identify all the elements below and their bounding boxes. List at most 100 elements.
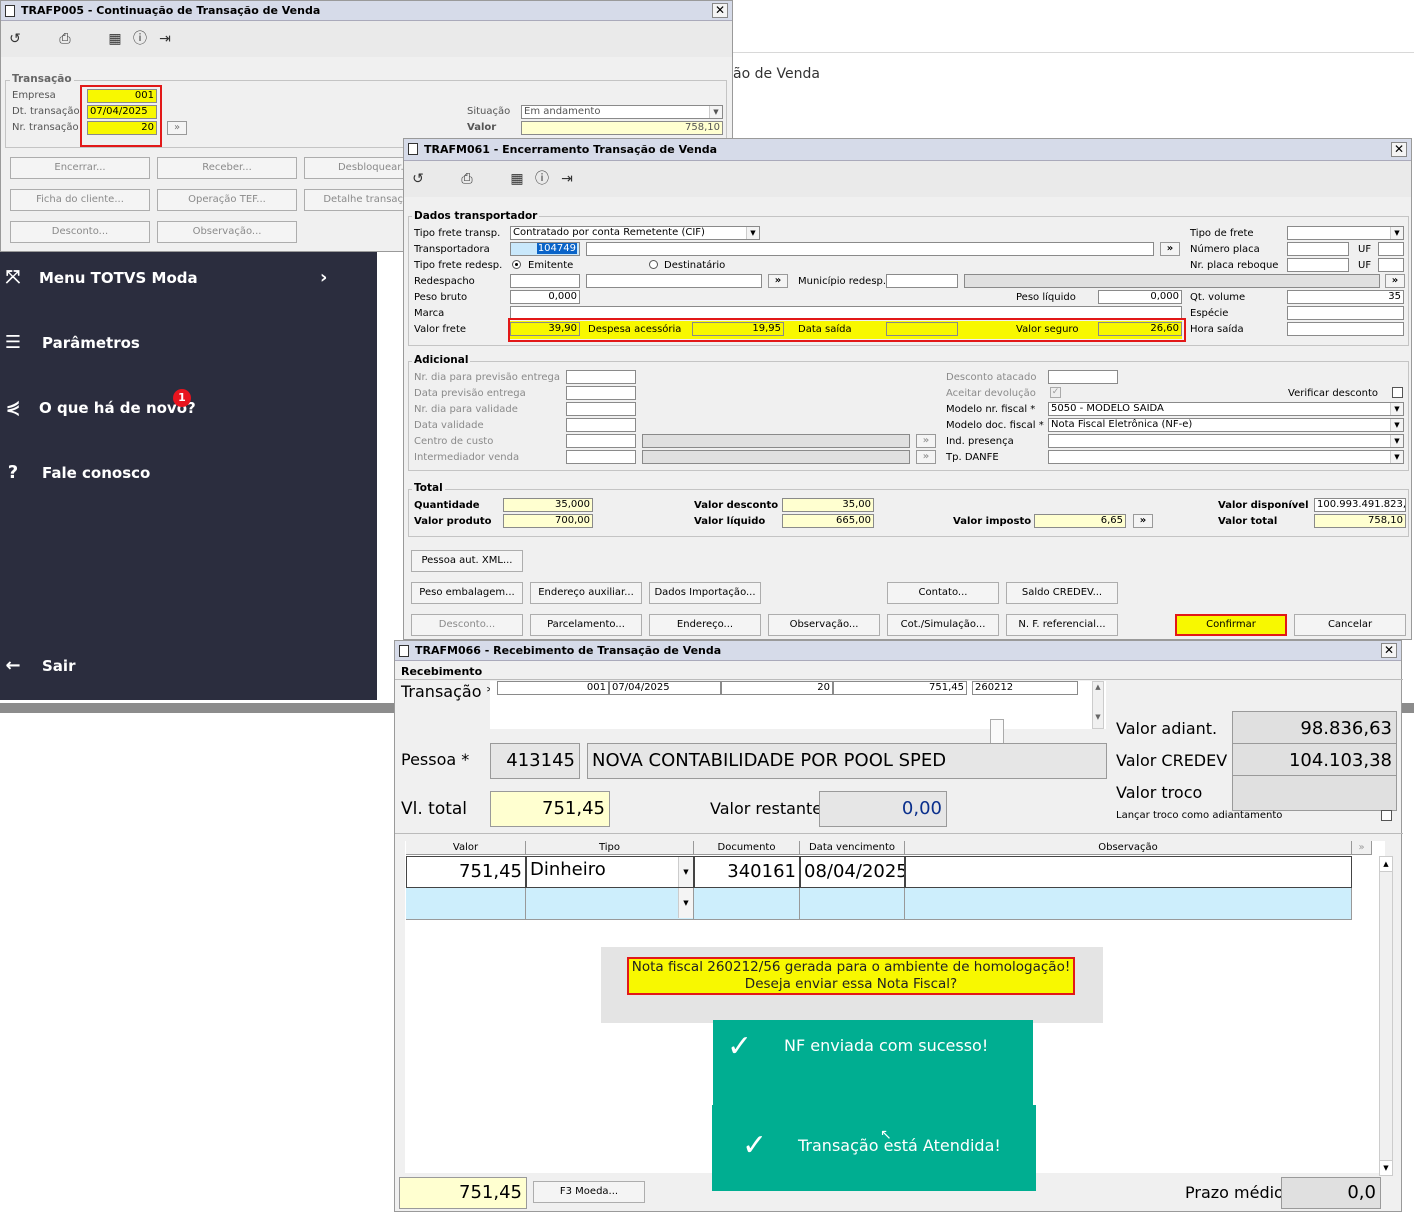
grid-header-vencimento[interactable]: Data vencimento bbox=[800, 841, 905, 855]
refresh-icon[interactable]: ↺ bbox=[7, 31, 23, 47]
chevron-down-icon[interactable]: ▼ bbox=[709, 106, 722, 118]
chevron-down-icon[interactable]: ▼ bbox=[1390, 227, 1403, 239]
verificar-desconto-checkbox[interactable] bbox=[1392, 387, 1403, 398]
confirmar-button[interactable]: Confirmar bbox=[1175, 614, 1287, 636]
grid-cell-valor[interactable]: 751,45 bbox=[406, 856, 526, 888]
grid-header-tipo[interactable]: Tipo bbox=[526, 841, 694, 855]
situacao-select[interactable]: Em andamento ▼ bbox=[521, 105, 723, 119]
numero-placa-field[interactable] bbox=[1287, 242, 1349, 256]
peso-liquido-field[interactable]: 0,000 bbox=[1098, 290, 1182, 304]
chevron-down-icon[interactable]: ▼ bbox=[678, 857, 693, 887]
sidebar-item-novidades[interactable]: ⋞ O que há de novo? 1 bbox=[0, 389, 377, 423]
endereco-button[interactable]: Endereço... bbox=[649, 614, 761, 636]
endereco-auxiliar-button[interactable]: Endereço auxiliar... bbox=[530, 582, 642, 604]
desconto-atacado-field[interactable] bbox=[1048, 370, 1118, 384]
sidebar-item-parametros[interactable]: ☰ Parâmetros bbox=[0, 328, 377, 358]
marca-field[interactable] bbox=[510, 306, 1182, 320]
emitente-radio[interactable] bbox=[512, 260, 521, 269]
recebimento-tab[interactable]: Recebimento bbox=[401, 665, 482, 678]
grid-new-row-valor[interactable] bbox=[406, 888, 526, 920]
intermediador-search-button[interactable]: » bbox=[916, 450, 936, 464]
modelo-doc-fiscal-select[interactable]: Nota Fiscal Eletrônica (NF-e) ▼ bbox=[1048, 418, 1404, 432]
pessoa-aut-xml-button[interactable]: Pessoa aut. XML... bbox=[411, 550, 523, 572]
cot-simulacao-button[interactable]: Cot./Simulação... bbox=[887, 614, 999, 636]
calendar-icon[interactable]: ▦ bbox=[107, 31, 123, 47]
transacao-empresa-cell[interactable]: 001 bbox=[497, 681, 609, 695]
centro-custo-search-button[interactable]: » bbox=[916, 434, 936, 448]
aceitar-devolucao-checkbox[interactable]: ✓ bbox=[1050, 387, 1061, 398]
grid-new-row-observacao[interactable] bbox=[905, 888, 1352, 920]
sidebar-item-sair[interactable]: ← Sair bbox=[0, 651, 377, 681]
especie-field[interactable] bbox=[1287, 306, 1404, 320]
transacao-nf-cell[interactable]: 260212 bbox=[972, 681, 1078, 695]
desconto-button[interactable]: Desconto... bbox=[10, 221, 150, 243]
municipio-code-field[interactable] bbox=[886, 274, 958, 288]
help-icon[interactable]: ⓘ bbox=[132, 31, 148, 47]
print-icon[interactable]: ⎙ bbox=[57, 31, 73, 47]
uf-field[interactable] bbox=[1378, 242, 1404, 256]
grid-cell-tipo[interactable]: Dinheiro ▼ bbox=[526, 856, 694, 888]
chevron-down-icon[interactable]: ▼ bbox=[678, 888, 693, 918]
chevron-down-icon[interactable]: ▼ bbox=[746, 227, 759, 239]
grid-new-row-tipo[interactable]: ▼ bbox=[526, 888, 694, 920]
calendar-icon[interactable]: ▦ bbox=[509, 171, 525, 187]
transacao-list-scrollbar[interactable]: ▲ ▼ bbox=[1092, 681, 1104, 729]
nr-dia-validade-field[interactable] bbox=[566, 402, 636, 416]
transacao-valor-cell[interactable]: 751,45 bbox=[833, 681, 967, 695]
chevron-down-icon[interactable]: ▼ bbox=[1390, 435, 1403, 447]
chevron-down-icon[interactable]: ▼ bbox=[1390, 419, 1403, 431]
sidebar-item-menu-totvs[interactable]: ⤧ Menu TOTVS Moda › bbox=[0, 263, 377, 293]
peso-bruto-field[interactable]: 0,000 bbox=[510, 290, 580, 304]
intermediador-code-field[interactable] bbox=[566, 450, 636, 464]
redespacho-code-field[interactable] bbox=[510, 274, 580, 288]
destinatario-radio[interactable] bbox=[649, 260, 658, 269]
nr-transacao-field[interactable]: 20 bbox=[87, 121, 157, 135]
chevron-down-icon[interactable]: ▼ bbox=[1390, 451, 1403, 463]
grid-header-documento[interactable]: Documento bbox=[694, 841, 800, 855]
help-icon[interactable]: ⓘ bbox=[534, 171, 550, 187]
peso-embalagem-button[interactable]: Peso embalagem... bbox=[411, 582, 523, 604]
cancelar-button[interactable]: Cancelar bbox=[1294, 614, 1406, 636]
transacao-list-hscroll-thumb[interactable] bbox=[990, 719, 1004, 745]
transacao-numero-cell[interactable]: 20 bbox=[721, 681, 833, 695]
transportadora-search-button[interactable]: » bbox=[1160, 242, 1180, 256]
data-validade-field[interactable] bbox=[566, 418, 636, 432]
centro-custo-code-field[interactable] bbox=[566, 434, 636, 448]
ficha-cliente-button[interactable]: Ficha do cliente... bbox=[10, 189, 150, 211]
contato-button[interactable]: Contato... bbox=[887, 582, 999, 604]
grid-scrollbar[interactable]: ▲ ▼ bbox=[1379, 856, 1393, 1176]
valor-seguro-field[interactable]: 26,60 bbox=[1098, 322, 1182, 336]
sidebar-item-fale-conosco[interactable]: ? Fale conosco bbox=[0, 458, 377, 488]
observacao-button[interactable]: Observação... bbox=[768, 614, 880, 636]
tp-danfe-select[interactable]: ▼ bbox=[1048, 450, 1404, 464]
close-icon[interactable]: ✕ bbox=[1381, 643, 1397, 658]
nf-referencial-button[interactable]: N. F. referencial... bbox=[1006, 614, 1118, 636]
modelo-nr-fiscal-select[interactable]: 5050 - MODELO SAIDA ▼ bbox=[1048, 402, 1404, 416]
chevron-down-icon[interactable]: ▼ bbox=[1390, 403, 1403, 415]
close-icon[interactable]: ✕ bbox=[1391, 142, 1407, 157]
print-icon[interactable]: ⎙ bbox=[459, 171, 475, 187]
grid-new-row-vencimento[interactable] bbox=[800, 888, 905, 920]
grid-header-options[interactable]: » bbox=[1352, 841, 1372, 855]
chevron-down-icon[interactable]: ▼ bbox=[1380, 1160, 1392, 1175]
chevron-down-icon[interactable]: ▼ bbox=[1095, 713, 1100, 721]
exit-icon[interactable]: ⇥ bbox=[559, 171, 575, 187]
tipo-frete-transp-select[interactable]: Contratado por conta Remetente (CIF) ▼ bbox=[510, 226, 760, 240]
chevron-up-icon[interactable]: ▲ bbox=[1380, 857, 1392, 872]
grid-cell-observacao[interactable] bbox=[905, 856, 1352, 888]
operacao-tef-button[interactable]: Operação TEF... bbox=[157, 189, 297, 211]
valor-imposto-detail-button[interactable]: » bbox=[1133, 514, 1153, 528]
search-transacao-button[interactable]: » bbox=[167, 121, 187, 135]
data-saida-field[interactable] bbox=[886, 322, 958, 336]
f3-moeda-button[interactable]: F3 Moeda... bbox=[533, 1181, 645, 1203]
parcelamento-button[interactable]: Parcelamento... bbox=[530, 614, 642, 636]
chevron-up-icon[interactable]: ▲ bbox=[1095, 683, 1100, 691]
observacao-button[interactable]: Observação... bbox=[157, 221, 297, 243]
saldo-credev-button[interactable]: Saldo CREDEV... bbox=[1006, 582, 1118, 604]
encerrar-button[interactable]: Encerrar... bbox=[10, 157, 150, 179]
uf-reboque-field[interactable] bbox=[1378, 258, 1404, 272]
grid-cell-documento[interactable]: 340161 bbox=[694, 856, 800, 888]
despesa-acessoria-field[interactable]: 19,95 bbox=[692, 322, 784, 336]
dados-importacao-button[interactable]: Dados Importação... bbox=[649, 582, 761, 604]
receber-button[interactable]: Receber... bbox=[157, 157, 297, 179]
